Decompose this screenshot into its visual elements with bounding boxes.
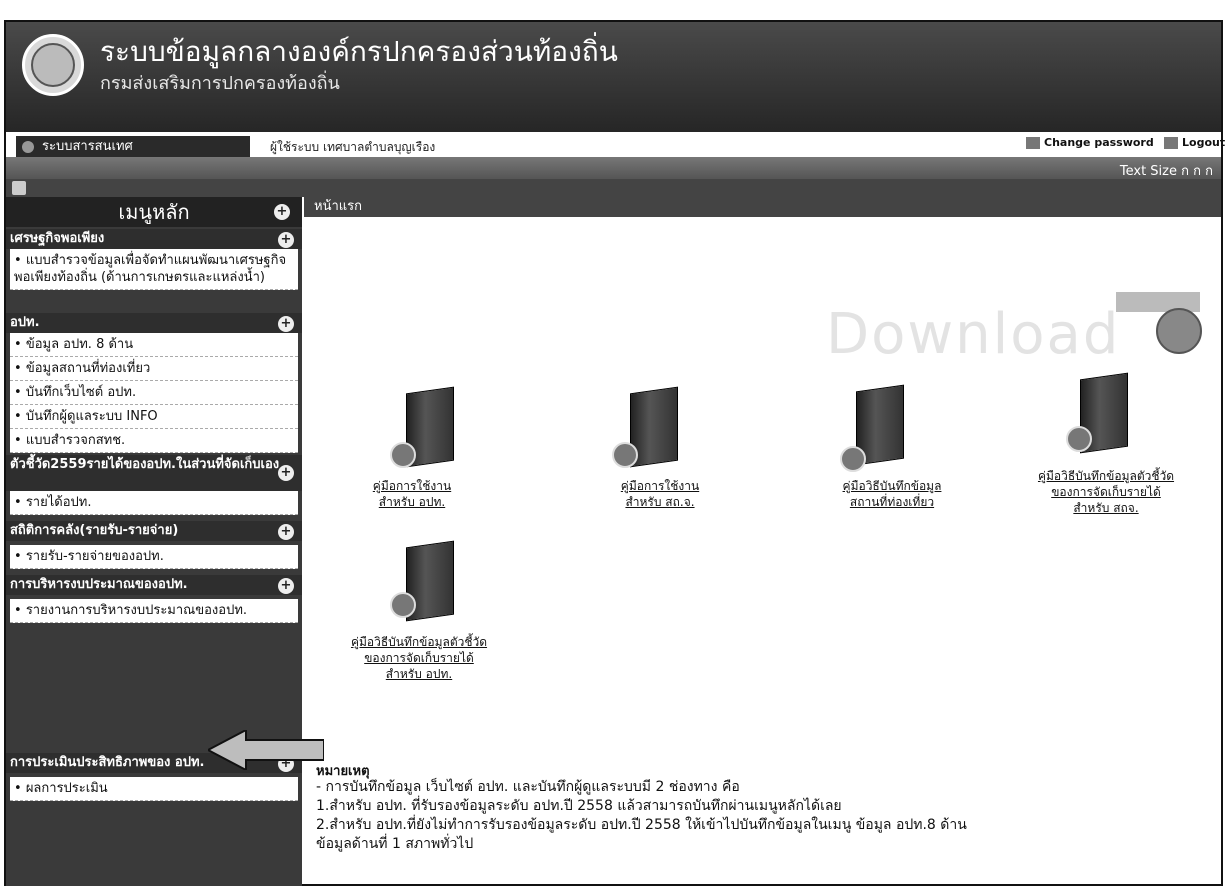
- menu-item[interactable]: • รายงานการบริหารงบประมาณของอปท.: [10, 599, 298, 623]
- site-subtitle: กรมส่งเสริมการปกครองท้องถิ่น: [100, 73, 340, 94]
- toolbar: Text Size ก ก ก: [6, 157, 1221, 179]
- manual-link-revenue-provincial[interactable]: คู่มือวิธีบันทึกข้อมูลตัวชี้วัด ของการจัด…: [1006, 468, 1206, 516]
- left-arrow-annotation: [208, 730, 324, 770]
- expand-icon[interactable]: +: [278, 578, 294, 594]
- expand-icon[interactable]: +: [278, 465, 294, 481]
- logout-icon: [1164, 137, 1178, 149]
- section-sufficiency-economy[interactable]: เศรษฐกิจพอเพียง +: [6, 229, 302, 249]
- change-password-link[interactable]: Change password: [1026, 136, 1154, 149]
- menu-item[interactable]: • ข้อมูล อปท. 8 ด้าน: [10, 333, 298, 357]
- logout-link[interactable]: Logout: [1164, 136, 1225, 149]
- expand-icon[interactable]: +: [274, 204, 290, 220]
- money-bag-icon: [390, 592, 416, 618]
- sidebar: เมนูหลัก + เศรษฐกิจพอเพียง + • แบบสำรวจข…: [6, 197, 302, 886]
- note-line: - การบันทึกข้อมูล เว็บไซต์ อปท. และบันทึ…: [316, 779, 740, 795]
- menu-item-evaluation-result[interactable]: • ผลการประเมิน: [10, 777, 298, 801]
- globe-icon: [22, 141, 34, 153]
- expand-icon[interactable]: +: [278, 316, 294, 332]
- globe-icon: [612, 442, 638, 468]
- download-icon[interactable]: [1156, 308, 1202, 354]
- tab-information-system[interactable]: ระบบสารสนเทศ: [16, 136, 250, 158]
- palm-tree-icon: [840, 446, 866, 472]
- main-menu-header: เมนูหลัก +: [6, 197, 302, 227]
- key-icon: [1026, 137, 1040, 149]
- menu-item[interactable]: • ข้อมูลสถานที่ท่องเที่ยว: [10, 357, 298, 381]
- manual-link-provincial[interactable]: คู่มือการใช้งาน สำหรับ สถ.จ.: [590, 478, 730, 510]
- notes-block: - การบันทึกข้อมูล เว็บไซต์ อปท. และบันทึ…: [316, 778, 967, 854]
- menu-item[interactable]: • บันทึกเว็บไซต์ อปท.: [10, 381, 298, 405]
- menu-item[interactable]: • แบบสำรวจกสทช.: [10, 429, 298, 453]
- note-line: ข้อมูลด้านที่ 1 สภาพทั่วไป: [316, 836, 474, 852]
- home-icon[interactable]: [12, 181, 26, 195]
- dla-logo: [22, 34, 84, 96]
- section-indicators[interactable]: ตัวชี้วัด2559รายได้ของอปท.ในส่วนที่จัดเก…: [6, 455, 302, 491]
- note-line: 1.สำหรับ อปท. ที่รับรองข้อมูลระดับ อปท.ป…: [316, 798, 842, 814]
- expand-icon[interactable]: +: [278, 524, 294, 540]
- content-breadcrumb: หน้าแรก: [304, 197, 1221, 217]
- manual-link-tourism[interactable]: คู่มือวิธีบันทึกข้อมูล สถานที่ท่องเที่ยว: [812, 478, 972, 510]
- app-window: ระบบข้อมูลกลางองค์กรปกครองส่วนท้องถิ่น ก…: [4, 20, 1225, 886]
- logged-in-user: ผู้ใช้ระบบ เทศบาลตำบลบุญเรือง: [270, 140, 436, 154]
- text-size-control[interactable]: Text Size ก ก ก: [1120, 160, 1213, 181]
- expand-icon[interactable]: +: [278, 232, 294, 248]
- site-header: ระบบข้อมูลกลางองค์กรปกครองส่วนท้องถิ่น ก…: [6, 22, 1221, 132]
- manual-link-revenue-lao[interactable]: คู่มือวิธีบันทึกข้อมูลตัวชี้วัด ของการจัด…: [324, 634, 514, 682]
- menu-item[interactable]: • บันทึกผู้ดูแลระบบ INFO: [10, 405, 298, 429]
- section-fiscal-stats[interactable]: สถิติการคลัง(รายรับ-รายจ่าย) +: [6, 521, 302, 541]
- menu-item[interactable]: • รายได้อปท.: [10, 491, 298, 515]
- menu-item[interactable]: • แบบสำรวจข้อมูลเพื่อจัดทำแผนพัฒนาเศรษฐก…: [10, 249, 298, 290]
- note-line: 2.สำหรับ อปท.ที่ยังไม่ทำการรับรองข้อมูลร…: [316, 817, 967, 833]
- tab-label: ระบบสารสนเทศ: [42, 139, 133, 154]
- manual-link-lao[interactable]: คู่มือการใช้งาน สำหรับ อปท.: [342, 478, 482, 510]
- download-banner-text: Download: [826, 302, 1121, 367]
- menu-item[interactable]: • รายรับ-รายจ่ายของอปท.: [10, 545, 298, 569]
- breadcrumb-bar: [6, 179, 1221, 197]
- section-lao[interactable]: อปท. +: [6, 313, 302, 333]
- globe-icon: [390, 442, 416, 468]
- section-budget-management[interactable]: การบริหารงบประมาณของอปท. +: [6, 575, 302, 595]
- baht-coin-icon: [1066, 426, 1092, 452]
